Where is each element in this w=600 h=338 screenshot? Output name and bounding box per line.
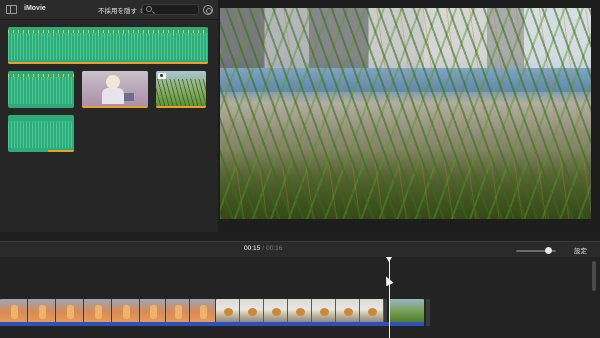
- mouse-cursor-icon: [382, 274, 394, 287]
- event-browser: iMovie 不採用を隠す⇕: [0, 0, 218, 232]
- timeline-scrollbar[interactable]: [592, 261, 596, 291]
- clip-frame: [84, 299, 112, 322]
- browser-toolbar: iMovie 不採用を隠す⇕: [0, 0, 218, 20]
- clip-trim-handle[interactable]: [426, 299, 430, 326]
- settings-button[interactable]: 設定: [574, 245, 587, 255]
- filter-dropdown-label: 不採用を隠す: [98, 8, 137, 15]
- search-input[interactable]: [142, 4, 199, 15]
- clip-frame: [216, 299, 240, 322]
- camera-icon: [158, 73, 166, 79]
- waveform: [8, 33, 208, 60]
- waveform: [8, 77, 74, 104]
- clip-frame: [360, 299, 384, 322]
- video-preview[interactable]: [220, 8, 591, 219]
- playhead-handle[interactable]: [386, 257, 392, 262]
- clip-frame: [390, 299, 424, 322]
- audio-clip[interactable]: [8, 71, 74, 108]
- person-body: [102, 88, 124, 104]
- audio-clip[interactable]: [8, 115, 74, 152]
- clip-frame: [312, 299, 336, 322]
- project-timeline[interactable]: [0, 257, 600, 338]
- clip-frame: [0, 299, 28, 322]
- clip-frame: [190, 299, 216, 322]
- app-title: iMovie: [24, 5, 46, 12]
- timeline-toolbar: 00:15/00:16 設定: [0, 241, 600, 257]
- used-range-marker: [82, 106, 148, 108]
- video-clip[interactable]: [156, 71, 206, 108]
- clip-frame: [56, 299, 84, 322]
- zoom-slider-thumb[interactable]: [544, 247, 552, 254]
- clip-frame: [112, 299, 140, 322]
- zoom-slider[interactable]: [516, 247, 556, 254]
- timecode: 00:15/00:16: [244, 245, 282, 252]
- search-icon: [146, 6, 152, 12]
- clip-frame: [28, 299, 56, 322]
- clip-frame: [140, 299, 166, 322]
- viewer-panel: [218, 0, 600, 232]
- sidebar-toggle-icon[interactable]: [6, 5, 17, 14]
- playhead[interactable]: [386, 257, 392, 338]
- used-range-marker: [156, 106, 206, 108]
- clip-frame: [264, 299, 288, 322]
- used-range-marker: [8, 62, 208, 64]
- audio-track-bar[interactable]: [0, 322, 424, 326]
- handbag: [124, 93, 134, 101]
- clip-frame: [336, 299, 360, 322]
- clip-frame: [240, 299, 264, 322]
- video-clip[interactable]: [82, 71, 148, 108]
- foreground-grass: [220, 8, 591, 219]
- clip-frame: [288, 299, 312, 322]
- primary-track: [0, 299, 430, 326]
- audio-clip[interactable]: [8, 27, 208, 64]
- current-time: 00:15: [244, 245, 261, 252]
- grass-blades: [156, 79, 206, 106]
- clip-settings-icon[interactable]: [203, 5, 213, 15]
- waveform: [8, 121, 74, 148]
- clip-frame: [166, 299, 190, 322]
- person-head: [106, 75, 120, 89]
- used-range-marker: [48, 150, 74, 152]
- total-time: 00:16: [266, 245, 283, 252]
- hide-rejected-dropdown[interactable]: 不採用を隠す⇕: [98, 5, 144, 15]
- time-separator: /: [262, 245, 265, 252]
